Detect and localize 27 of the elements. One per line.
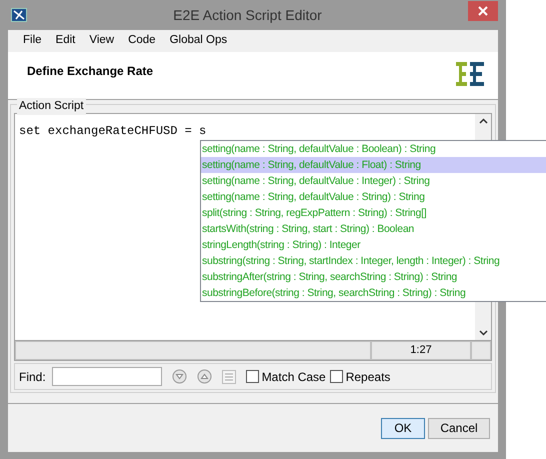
app-icon <box>11 8 27 22</box>
find-next-icon[interactable] <box>172 369 187 384</box>
close-icon[interactable] <box>478 6 488 16</box>
menu-item[interactable]: Global Ops <box>162 32 234 50</box>
code-line: set exchangeRateCHFUSD = s <box>19 124 206 138</box>
scroll-down-icon[interactable] <box>478 330 488 336</box>
checkbox-label[interactable]: Match Case <box>262 368 326 386</box>
checkbox[interactable] <box>246 370 259 383</box>
cursor-position: 1:27 <box>371 341 471 360</box>
dialog-button[interactable]: OK <box>381 418 425 438</box>
find-previous-icon[interactable] <box>196 369 212 384</box>
menu-item[interactable]: File <box>16 32 49 50</box>
logo-icon <box>456 62 484 86</box>
menu-item[interactable]: Code <box>121 32 163 50</box>
menu-item[interactable]: View <box>82 32 122 50</box>
scroll-up-icon[interactable] <box>478 118 488 124</box>
find-label: Find: <box>19 368 46 386</box>
checkbox-label[interactable]: Repeats <box>346 368 390 386</box>
group-label: Action Script <box>17 98 86 116</box>
dialog-button[interactable]: Cancel <box>428 418 490 438</box>
close-button[interactable] <box>468 1 498 21</box>
checkbox[interactable] <box>330 370 343 383</box>
dialog-heading: Define Exchange Rate <box>27 63 154 80</box>
status-panel <box>471 341 491 360</box>
window-title: E2E Action Script Editor <box>172 6 323 25</box>
menu-item[interactable]: Edit <box>48 32 82 50</box>
find-field[interactable] <box>52 367 162 386</box>
